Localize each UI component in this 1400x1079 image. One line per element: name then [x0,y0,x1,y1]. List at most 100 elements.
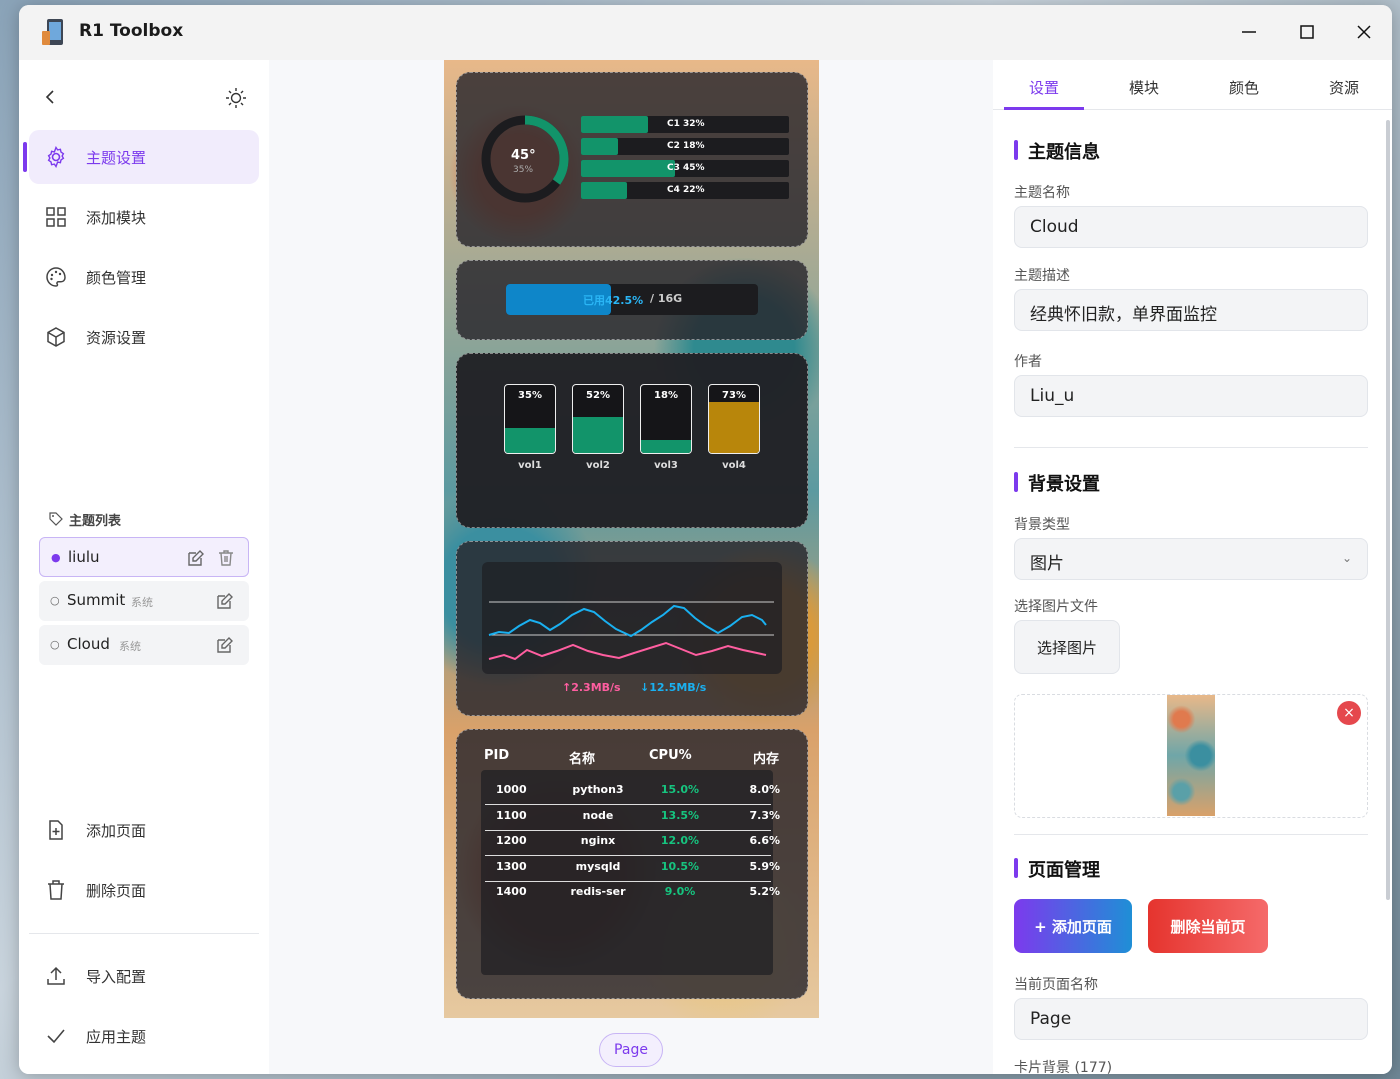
close-icon: × [1343,705,1355,721]
core-bar-track: C4 22% [581,182,789,199]
bg-type-select[interactable]: 图片 ⌄ [1014,538,1368,580]
tab-modules[interactable]: 模块 [1104,77,1184,98]
nav-label: 删除页面 [86,882,147,900]
delete-current-page-button[interactable]: 删除当前页 [1148,899,1268,953]
add-page-panel-button[interactable]: + 添加页面 [1014,899,1132,953]
memory-card[interactable]: 已用42.5% / 16G [456,260,808,340]
table-row-divider [485,804,771,805]
import-config-button[interactable]: 导入配置 [29,949,259,1003]
upload-icon [47,966,65,985]
theme-name-label: 主题名称 [1014,185,1070,201]
table-cell: python3 [572,783,624,796]
cpu-card[interactable]: 45° 35% C1 32% C2 18% C3 45% C4 22% [456,72,808,247]
nav-resource-settings[interactable]: 资源设置 [29,310,259,364]
table-cell: redis-ser [570,885,626,899]
volume-bar-fill [505,428,555,453]
trash-icon[interactable] [216,548,236,568]
author-input[interactable]: Liu_u [1014,375,1368,417]
collapse-chevron-left-icon[interactable] [41,88,59,106]
nav-label: 应用主题 [86,1028,147,1046]
network-card[interactable]: ↑2.3MB/s ↓12.5MB/s [456,541,808,716]
delete-page-button[interactable]: 删除页面 [29,863,259,917]
volume-percent: 18% [654,390,678,401]
settings-panel: 设置 模块 颜色 资源 主题信息 主题名称 Cloud 主题描述 经典怀旧款，单… [993,60,1392,1074]
table-cell: 5.2% [749,885,780,899]
bg-type-label: 背景类型 [1014,517,1070,533]
maximize-button[interactable] [1291,17,1323,47]
tab-colors[interactable]: 颜色 [1204,77,1284,98]
table-cell: 13.5% [660,808,700,822]
table-row-divider [485,829,771,831]
panel-scrollbar[interactable] [1386,120,1390,900]
table-cell: 5.9% [749,859,780,873]
active-dot-icon: ● [51,551,61,564]
volume-percent: 35% [518,390,542,401]
bg-image-thumbnail [1167,695,1215,816]
theme-item-cloud[interactable]: ○ Cloud 系统 [39,625,249,665]
theme-name: Cloud [67,635,110,653]
download-series-line [488,604,767,638]
cpu-usage: 35% [513,165,534,175]
sidebar: 主题设置 添加模块 颜色管理 资源设置 主题列表 ● liulu ○ Summi… [19,60,269,1074]
core-bar-label: C3 45% [667,163,705,173]
theme-desc-input[interactable]: 经典怀旧款，单界面监控 [1014,289,1368,331]
table-cell: mysqld [575,859,621,873]
edit-icon[interactable] [215,635,235,655]
sun-theme-toggle-icon[interactable] [225,87,247,109]
maximize-icon [1300,25,1314,39]
theme-name-input[interactable]: Cloud [1014,206,1368,248]
remove-image-button[interactable]: × [1337,701,1361,725]
table-cell: 9.0% [664,885,696,899]
page-tab-chip[interactable]: Page [599,1033,663,1067]
section-divider [1014,834,1368,835]
theme-desc-label: 主题描述 [1014,268,1070,284]
tag-icon [49,512,63,526]
memory-used-label: 已用42.5% [583,294,644,307]
minimize-button[interactable] [1233,17,1265,47]
theme-item-liulu[interactable]: ● liulu [39,537,249,577]
volume-bar: 35% [504,384,556,454]
volumes-card[interactable]: 35% vol1 52% vol2 18% vol3 73% vol4 [456,353,808,528]
theme-name: Summit [67,591,126,609]
edit-icon[interactable] [186,548,206,568]
volume-name: vol4 [722,460,746,471]
volume-bar-fill [709,402,759,453]
core-bar-fill [581,116,648,133]
page-name-label: 当前页面名称 [1014,977,1098,993]
nav-theme-settings[interactable]: 主题设置 [23,130,259,184]
process-card[interactable]: PID 名称 CPU% 内存 1000 python3 15.0% 8.0% 1100 node 1… [456,729,808,999]
table-header-cell: CPU% [649,748,692,763]
grid-icon [46,207,66,227]
card-bg-label: 卡片背景 (177) [1014,1060,1113,1074]
check-icon [47,1029,65,1044]
inactive-dot-icon: ○ [50,638,60,651]
upload-series-line [488,641,767,661]
trash-icon [48,880,64,900]
table-header-cell: PID [484,748,510,763]
table-cell: 1000 [496,783,527,796]
add-page-button[interactable]: 添加页面 [29,803,259,857]
page-name-input[interactable]: Page [1014,998,1368,1040]
tab-resources[interactable]: 资源 [1304,77,1384,98]
core-bar-track: C2 18% [581,138,789,155]
file-plus-icon [49,820,63,840]
core-bar-label: C2 18% [667,141,705,151]
nav-label: 资源设置 [86,329,147,347]
preview-canvas: 45° 35% C1 32% C2 18% C3 45% C4 22% 已用42.5%… [269,60,993,1074]
apply-theme-button[interactable]: 应用主题 [29,1009,259,1063]
close-icon [1357,25,1371,39]
table-header-cell: 名称 [569,752,596,767]
active-tab-indicator [1004,107,1084,110]
nav-add-module[interactable]: 添加模块 [29,190,259,244]
theme-item-summit[interactable]: ○ Summit 系统 [39,581,249,621]
choose-image-button[interactable]: 选择图片 [1014,620,1120,674]
sidebar-divider [29,933,259,934]
inactive-dot-icon: ○ [50,594,60,607]
core-bar-track: C3 45% [581,160,789,177]
close-window-button[interactable] [1348,17,1380,47]
cube-icon [47,327,65,347]
edit-icon[interactable] [215,591,235,611]
tab-settings[interactable]: 设置 [1004,77,1084,98]
table-row-divider [485,880,771,882]
nav-color-management[interactable]: 颜色管理 [29,250,259,304]
